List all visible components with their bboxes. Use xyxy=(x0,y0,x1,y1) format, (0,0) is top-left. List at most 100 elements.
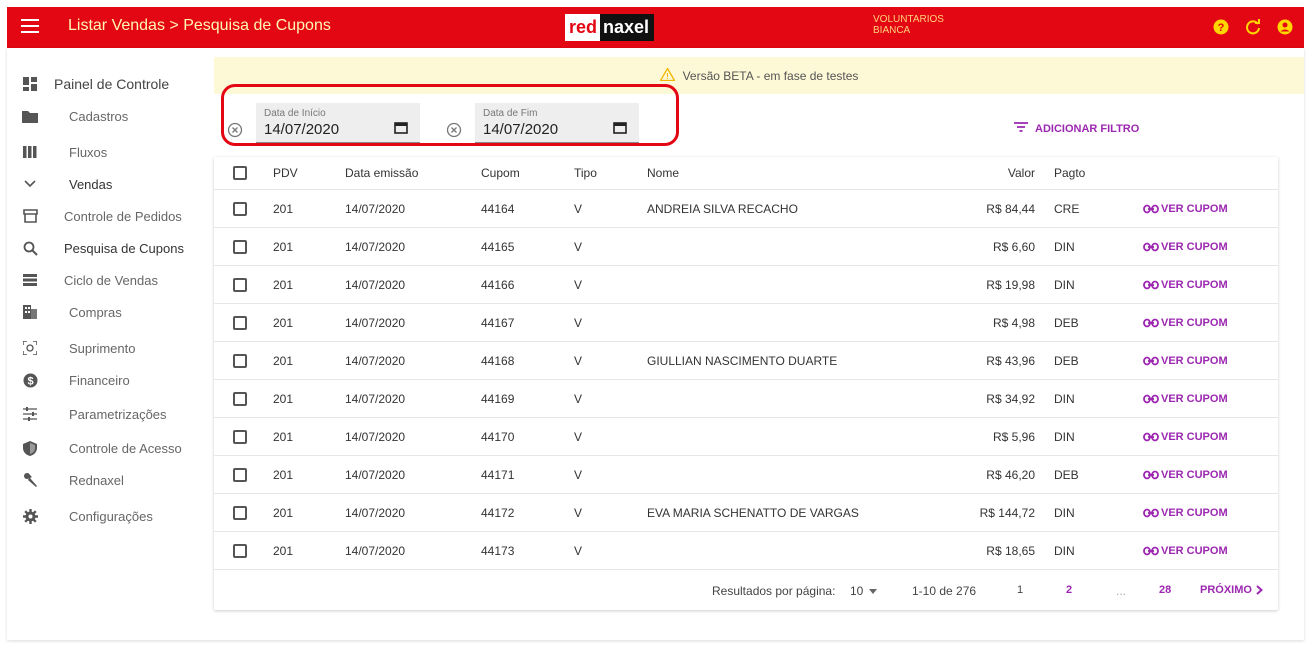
header-valor[interactable]: Valor xyxy=(904,157,1035,189)
header-data-emissao[interactable]: Data emissão xyxy=(345,157,418,189)
cell-pagto: DIN xyxy=(1054,543,1075,558)
ver-cupom-button[interactable]: VER CUPOM xyxy=(1143,355,1228,367)
start-date-field[interactable]: Data de Início 14/07/2020 xyxy=(256,103,420,143)
ver-cupom-button[interactable]: VER CUPOM xyxy=(1143,507,1228,519)
sidebar-item-suprimento[interactable]: Suprimento xyxy=(7,332,214,364)
table-row: 201 14/07/2020 44167 V R$ 4,98 DEB VER CUPOM xyxy=(214,304,1278,342)
row-checkbox[interactable] xyxy=(233,543,247,558)
sidebar-item-parametrizacoes[interactable]: Parametrizações xyxy=(7,398,214,430)
sidebar-item-label: Controle de Pedidos xyxy=(64,208,182,224)
cell-pagto: DEB xyxy=(1054,467,1079,482)
beta-banner-text: Versão BETA - em fase de testes xyxy=(682,68,859,83)
dropdown-arrow-icon xyxy=(869,588,878,594)
page-1[interactable]: 1 xyxy=(1017,584,1023,596)
sidebar-item-cadastros[interactable]: Cadastros xyxy=(7,100,214,132)
row-checkbox[interactable] xyxy=(233,467,247,482)
sidebar-item-pesquisa-cupons[interactable]: Pesquisa de Cupons xyxy=(7,232,214,264)
link-icon xyxy=(1143,204,1159,213)
sidebar-item-vendas[interactable]: Vendas xyxy=(7,168,214,200)
row-checkbox[interactable] xyxy=(233,239,247,254)
table-row: 201 14/07/2020 44171 V R$ 46,20 DEB VER CUPOM xyxy=(214,456,1278,494)
sidebar-item-rednaxel[interactable]: Rednaxel xyxy=(7,464,214,496)
cell-valor: R$ 84,44 xyxy=(986,201,1035,216)
wrench-icon xyxy=(22,472,38,488)
cell-pagto: DIN xyxy=(1054,391,1075,406)
list-icon xyxy=(22,272,38,288)
row-checkbox[interactable] xyxy=(233,391,247,406)
link-icon xyxy=(1143,394,1159,403)
row-checkbox[interactable] xyxy=(233,277,247,292)
cell-valor: R$ 144,72 xyxy=(979,505,1035,520)
cell-valor: R$ 19,98 xyxy=(986,277,1035,292)
money-icon: $ xyxy=(22,372,38,388)
ver-cupom-button[interactable]: VER CUPOM xyxy=(1143,241,1228,253)
ver-cupom-button[interactable]: VER CUPOM xyxy=(1143,545,1228,557)
clear-start-date-icon[interactable] xyxy=(227,122,243,138)
ver-cupom-button[interactable]: VER CUPOM xyxy=(1143,279,1228,291)
ver-cupom-button[interactable]: VER CUPOM xyxy=(1143,317,1228,329)
rednaxel-logo: red naxel xyxy=(565,14,655,41)
ver-cupom-label: VER CUPOM xyxy=(1161,544,1228,557)
ver-cupom-button[interactable]: VER CUPOM xyxy=(1143,203,1228,215)
page-2[interactable]: 2 xyxy=(1066,584,1072,596)
cell-pagto: CRE xyxy=(1054,201,1080,216)
columns-icon xyxy=(22,144,38,160)
cell-pdv: 201 xyxy=(273,429,294,444)
cell-data-emissao: 14/07/2020 xyxy=(345,543,406,558)
sidebar-item-financeiro[interactable]: $ Financeiro xyxy=(7,364,214,396)
cell-pagto: DEB xyxy=(1054,353,1079,368)
cell-cupom: 44172 xyxy=(481,505,515,520)
row-checkbox[interactable] xyxy=(233,505,247,520)
header-nome[interactable]: Nome xyxy=(647,157,679,189)
sidebar-item-label: Ciclo de Vendas xyxy=(64,272,158,288)
cell-pagto: DIN xyxy=(1054,239,1075,254)
logo-naxel-text: naxel xyxy=(600,14,655,41)
ver-cupom-button[interactable]: VER CUPOM xyxy=(1143,469,1228,481)
row-checkbox[interactable] xyxy=(233,201,247,216)
sidebar-item-label: Controle de Acesso xyxy=(69,440,182,456)
sidebar-item-controle-pedidos[interactable]: Controle de Pedidos xyxy=(7,200,214,232)
end-date-field[interactable]: Data de Fim 14/07/2020 xyxy=(475,103,639,143)
refresh-icon[interactable] xyxy=(1244,18,1262,36)
end-date-value[interactable]: 14/07/2020 xyxy=(475,121,615,138)
clear-end-date-icon[interactable] xyxy=(446,122,462,138)
ver-cupom-button[interactable]: VER CUPOM xyxy=(1143,431,1228,443)
cell-data-emissao: 14/07/2020 xyxy=(345,429,406,444)
row-checkbox[interactable] xyxy=(233,429,247,444)
user-company: VOLUNTARIOS xyxy=(873,14,944,25)
hamburger-menu-icon[interactable] xyxy=(21,19,39,35)
cell-pdv: 201 xyxy=(273,391,294,406)
row-checkbox[interactable] xyxy=(233,353,247,368)
chevron-down-icon xyxy=(22,176,38,192)
calendar-icon[interactable] xyxy=(394,121,408,134)
sidebar-item-configuracoes[interactable]: Configurações xyxy=(7,500,214,532)
header-tipo[interactable]: Tipo xyxy=(574,157,597,189)
sidebar-item-ciclo-vendas[interactable]: Ciclo de Vendas xyxy=(7,264,214,296)
account-icon[interactable] xyxy=(1276,18,1294,36)
building-icon xyxy=(22,304,38,320)
cell-pdv: 201 xyxy=(273,505,294,520)
logo-red-text: red xyxy=(565,14,601,41)
ver-cupom-button[interactable]: VER CUPOM xyxy=(1143,393,1228,405)
sidebar-item-label: Rednaxel xyxy=(69,472,124,488)
header-pagto[interactable]: Pagto xyxy=(1054,157,1085,189)
sidebar-item-painel[interactable]: Painel de Controle xyxy=(7,68,214,100)
page-28[interactable]: 28 xyxy=(1159,584,1171,596)
next-page-button[interactable]: PRÓXIMO xyxy=(1200,584,1263,596)
sidebar-item-compras[interactable]: Compras xyxy=(7,296,214,328)
row-checkbox[interactable] xyxy=(233,315,247,330)
add-filter-button[interactable]: ADICIONAR FILTRO xyxy=(1014,122,1139,135)
start-date-value[interactable]: 14/07/2020 xyxy=(256,121,396,138)
per-page-select[interactable]: 10 xyxy=(850,584,878,598)
sidebar-item-fluxos[interactable]: Fluxos xyxy=(7,136,214,168)
select-all-checkbox[interactable] xyxy=(233,166,247,180)
start-date-label: Data de Início xyxy=(264,108,326,119)
header-pdv[interactable]: PDV xyxy=(273,157,298,189)
calendar-icon[interactable] xyxy=(613,121,627,134)
cell-cupom: 44173 xyxy=(481,543,515,558)
header-cupom[interactable]: Cupom xyxy=(481,157,520,189)
cell-cupom: 44164 xyxy=(481,201,515,216)
help-icon[interactable]: ? xyxy=(1212,18,1230,36)
cell-cupom: 44165 xyxy=(481,239,515,254)
sidebar-item-controle-acesso[interactable]: Controle de Acesso xyxy=(7,432,214,464)
